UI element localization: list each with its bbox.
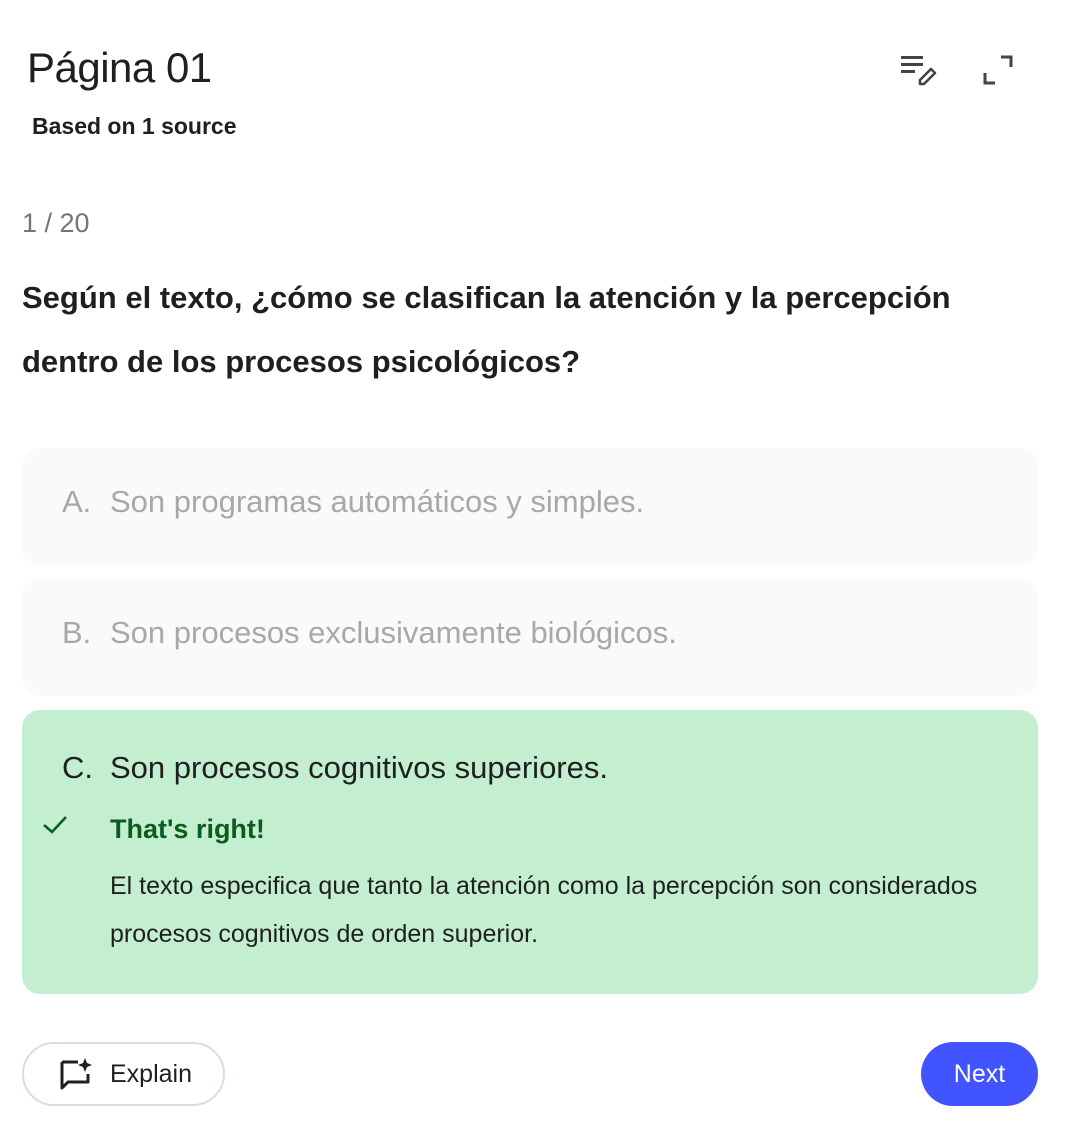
option-text: Son procesos exclusivamente biológicos. [110,615,677,650]
option-letter: B. [62,615,92,650]
option-letter: C. [62,750,93,785]
quiz-page: Página 01 Based on 1 source 1 / 20 Según… [0,0,1070,1122]
explain-label: Explain [110,1059,192,1088]
chat-spark-icon [60,1058,92,1090]
option-b[interactable]: B. Son procesos exclusivamente biológico… [22,579,1038,696]
edit-list-button[interactable] [894,46,942,94]
checkmark-icon [43,816,67,834]
question-text: Según el texto, ¿cómo se clasifican la a… [22,280,951,379]
option-a[interactable]: A. Son programas automáticos y simples. [22,448,1038,565]
feedback-explanation: El texto especifica que tanto la atenció… [110,872,978,948]
option-letter: A. [62,484,92,519]
fullscreen-icon [983,55,1013,85]
source-count: Based on 1 source [32,113,237,139]
question-counter: 1 / 20 [22,208,90,238]
next-button[interactable]: Next [921,1042,1038,1106]
page-title: Página 01 [27,44,212,91]
option-text: Son procesos cognitivos superiores. [110,750,608,785]
fullscreen-button[interactable] [974,46,1022,94]
feedback-title: That's right! [110,814,265,844]
explain-button[interactable]: Explain [22,1042,225,1106]
edit-list-icon [901,56,937,86]
option-text: Son programas automáticos y simples. [110,484,645,519]
